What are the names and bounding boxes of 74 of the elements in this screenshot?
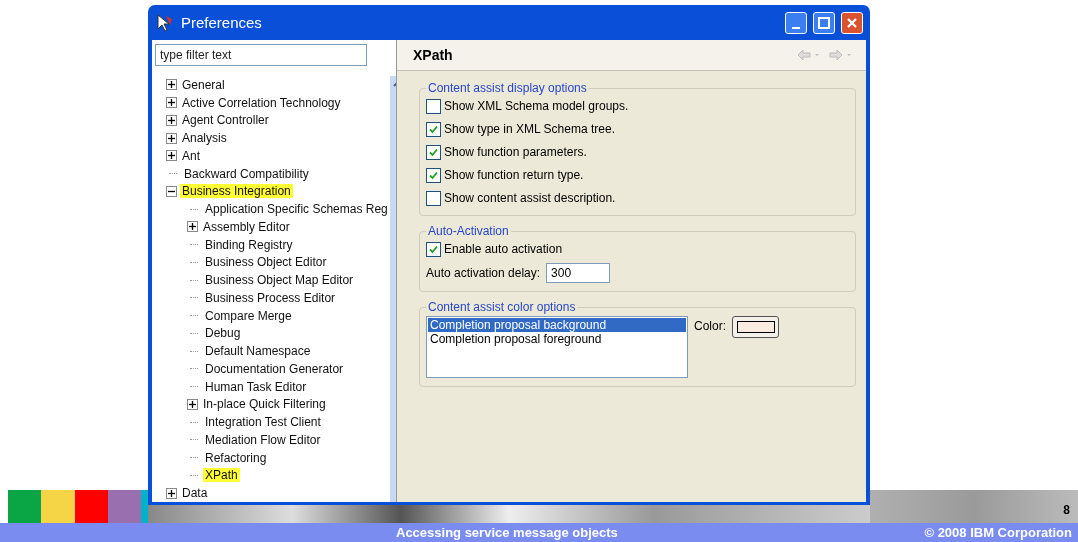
tree-item[interactable]: Application Specific Schemas Reg bbox=[203, 202, 390, 217]
delay-field[interactable]: 300 bbox=[546, 263, 611, 283]
checkmark-icon bbox=[429, 124, 438, 134]
maximize-button[interactable] bbox=[813, 11, 835, 34]
expand-icon[interactable] bbox=[187, 398, 198, 410]
expand-icon[interactable] bbox=[166, 487, 177, 499]
footer-title: Accessing service message objects bbox=[396, 525, 619, 540]
minimize-icon bbox=[792, 26, 800, 29]
close-button[interactable] bbox=[841, 11, 863, 34]
tree-item[interactable]: XPath bbox=[203, 468, 240, 483]
maximize-icon bbox=[818, 16, 830, 29]
expand-icon[interactable] bbox=[166, 132, 177, 144]
expand-icon[interactable] bbox=[166, 114, 177, 126]
tree-item[interactable]: Business Object Map Editor bbox=[203, 273, 356, 288]
checkbox-label: Show function return type. bbox=[444, 168, 584, 182]
tree-item[interactable]: Binding Registry bbox=[203, 237, 295, 252]
list-item[interactable]: Completion proposal background bbox=[428, 318, 686, 332]
tree-item[interactable]: Default Namespace bbox=[203, 344, 313, 359]
group-title: Content assist display options bbox=[427, 81, 588, 95]
checkbox-label: Show function parameters. bbox=[444, 145, 587, 159]
checkbox[interactable] bbox=[426, 167, 441, 183]
minimize-button[interactable] bbox=[785, 11, 807, 34]
field-label: Auto activation delay: bbox=[426, 266, 541, 280]
expand-icon[interactable] bbox=[166, 79, 177, 91]
collapse-icon[interactable] bbox=[166, 185, 177, 197]
decorative-square bbox=[8, 490, 41, 523]
tree-item[interactable]: Mediation Flow Editor bbox=[203, 432, 323, 447]
page-title: XPath bbox=[413, 47, 453, 63]
tree-item[interactable]: Refactoring bbox=[203, 450, 269, 465]
tree-item[interactable]: Data bbox=[180, 486, 210, 501]
checkbox[interactable] bbox=[426, 121, 441, 137]
checkmark-icon bbox=[429, 147, 438, 157]
tree-item[interactable]: Integration Test Client bbox=[203, 415, 323, 430]
decorative-square bbox=[41, 490, 75, 523]
tree-item[interactable]: Compare Merge bbox=[203, 308, 294, 323]
checkmark-icon bbox=[429, 170, 438, 180]
tree-item[interactable]: Human Task Editor bbox=[203, 379, 309, 394]
expand-icon[interactable] bbox=[166, 150, 177, 162]
cursor-icon bbox=[155, 12, 175, 33]
checkbox-label: Show content assist description. bbox=[444, 191, 616, 205]
checkbox-label: Show type in XML Schema tree. bbox=[444, 122, 615, 136]
decorative-square bbox=[75, 490, 108, 523]
checkbox[interactable] bbox=[426, 144, 441, 160]
tree-item[interactable]: Ant bbox=[180, 148, 202, 163]
window-title: Preferences bbox=[181, 14, 263, 31]
checkbox[interactable] bbox=[426, 241, 441, 257]
tree-item[interactable]: Agent Controller bbox=[180, 113, 271, 128]
close-icon bbox=[846, 16, 858, 29]
expand-icon[interactable] bbox=[166, 97, 177, 109]
checkbox-label: Enable auto activation bbox=[444, 242, 563, 256]
tree-item[interactable]: Business Integration bbox=[180, 184, 293, 199]
copyright: © 2008 IBM Corporation bbox=[924, 525, 1072, 540]
expand-icon[interactable] bbox=[187, 221, 198, 233]
checkbox[interactable] bbox=[426, 98, 441, 114]
filter-field[interactable]: type filter text bbox=[155, 44, 367, 66]
checkbox[interactable] bbox=[426, 190, 441, 206]
group-title: Auto-Activation bbox=[427, 224, 510, 238]
color-picker-button[interactable] bbox=[732, 316, 779, 338]
group-title: Content assist color options bbox=[427, 300, 577, 314]
tree-item[interactable]: Backward Compatibility bbox=[182, 166, 311, 181]
tree-item[interactable]: Assembly Editor bbox=[201, 219, 292, 234]
checkmark-icon bbox=[429, 244, 438, 254]
tree-item[interactable]: Debug bbox=[203, 326, 243, 341]
tree-item[interactable]: Active Correlation Technology bbox=[180, 95, 343, 110]
tree-item[interactable]: Business Object Editor bbox=[203, 255, 329, 270]
page-number: 8 bbox=[1063, 503, 1070, 517]
tree-item[interactable]: Business Process Editor bbox=[203, 290, 338, 305]
field-label: Color: bbox=[694, 319, 726, 333]
tree-item[interactable]: General bbox=[180, 77, 227, 92]
tree-item[interactable]: In-place Quick Filtering bbox=[201, 397, 328, 412]
list-item[interactable]: Completion proposal foreground bbox=[428, 332, 686, 346]
tree-item[interactable]: Analysis bbox=[180, 131, 229, 146]
checkbox-label: Show XML Schema model groups. bbox=[444, 99, 629, 113]
tree-item[interactable]: Documentation Generator bbox=[203, 361, 346, 376]
